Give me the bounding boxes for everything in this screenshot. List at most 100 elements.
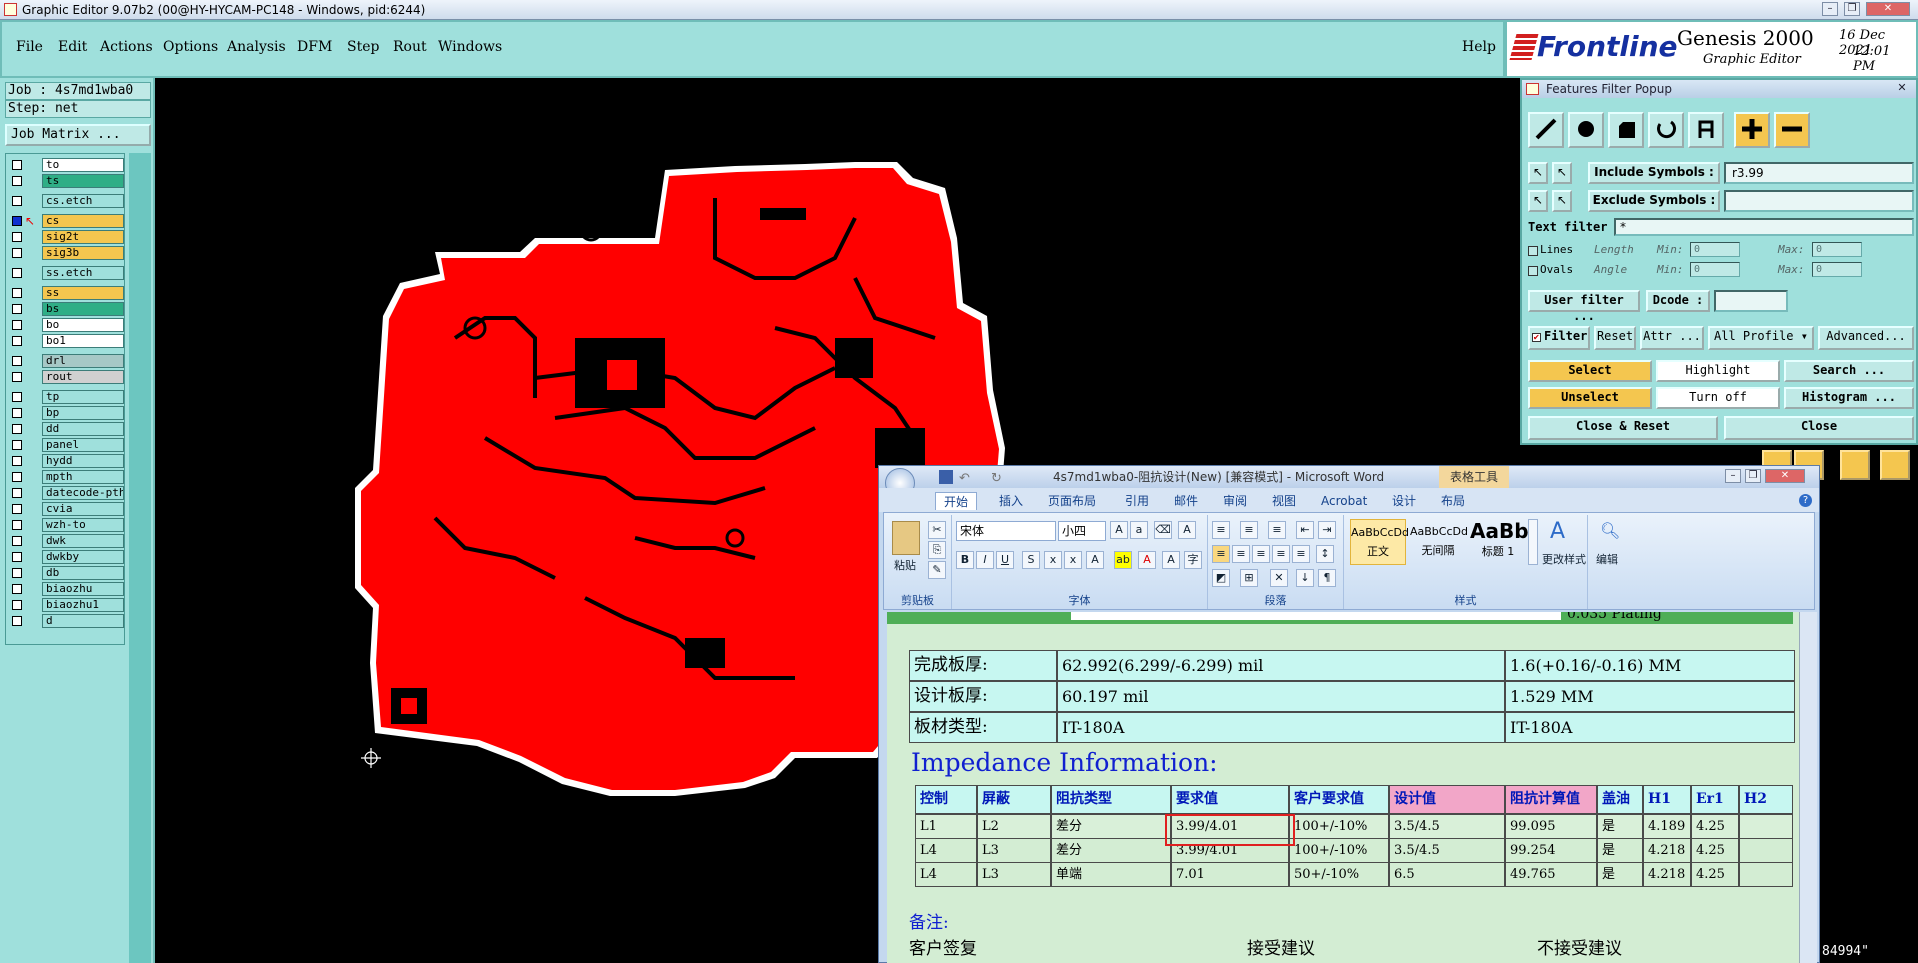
layer-checkbox[interactable] [12,216,22,226]
layer-row-bp[interactable]: bp [9,406,124,421]
cut-icon[interactable]: ✂ [928,521,946,539]
styles-scroll[interactable] [1528,519,1538,565]
exclude-symbols-input[interactable] [1724,190,1914,212]
angle-max-input[interactable]: 0 [1812,262,1862,277]
layer-checkbox[interactable] [12,372,22,382]
layer-name[interactable]: tp [42,390,124,404]
align-left-icon[interactable]: ≡ [1212,545,1230,563]
layer-checkbox[interactable] [12,268,22,278]
layer-row-wzh-to[interactable]: wzh-to [9,518,124,533]
histogram-button[interactable]: Histogram ... [1784,387,1914,409]
exclude-symbols-button[interactable]: Exclude Symbols : [1588,190,1720,212]
layer-name[interactable]: bo1 [42,334,124,348]
layer-name[interactable]: ts [42,174,124,188]
layer-checkbox[interactable] [12,488,22,498]
undo-icon[interactable]: ↶ [959,468,970,490]
tab-page-layout[interactable]: 页面布局 [1040,492,1104,510]
user-filter-button[interactable]: User filter ... [1528,290,1640,323]
search-button[interactable]: Search ... [1784,360,1914,382]
italic-icon[interactable]: I [976,551,994,569]
menu-rout[interactable]: Rout [393,39,427,55]
shading-icon[interactable]: ◩ [1212,569,1230,587]
layer-name[interactable]: cvia [42,502,124,516]
menu-actions[interactable]: Actions [100,39,153,55]
justify-icon[interactable]: ≡ [1272,545,1290,563]
strikethrough-icon[interactable]: S [1022,551,1040,569]
layer-checkbox[interactable] [12,600,22,610]
reset-button[interactable]: Reset [1594,326,1636,350]
layer-name[interactable]: datecode-pth [42,486,124,500]
layer-checkbox[interactable] [12,552,22,562]
menu-dfm[interactable]: DFM [297,39,332,55]
layer-checkbox[interactable] [12,160,22,170]
borders-icon[interactable]: ⊞ [1240,569,1258,587]
line-spacing-icon[interactable]: ↕ [1316,545,1334,563]
layer-checkbox[interactable] [12,472,22,482]
dcode-button[interactable]: Dcode : [1646,290,1710,312]
ffp-close-icon[interactable]: ✕ [1894,81,1910,95]
phonetic-icon[interactable]: 字 [1184,551,1202,569]
highlight-button[interactable]: Highlight [1656,360,1780,382]
layer-row-drl[interactable]: drl [9,354,124,369]
layer-row-cvia[interactable]: cvia [9,502,124,517]
layer-row-bo1[interactable]: bo1 [9,334,124,349]
ovals-checkbox[interactable] [1528,266,1538,276]
increase-indent-icon[interactable]: ⇥ [1318,521,1336,539]
multilevel-list-icon[interactable]: ≡ [1268,521,1286,539]
layer-checkbox[interactable] [12,288,22,298]
menu-file[interactable]: File [16,39,43,55]
close-reset-button[interactable]: Close & Reset [1528,416,1718,440]
layer-checkbox[interactable] [12,616,22,626]
layer-name[interactable]: bp [42,406,124,420]
layer-name[interactable]: mpth [42,470,124,484]
layer-name[interactable]: sig3b [42,246,124,260]
bullets-icon[interactable]: ≡ [1212,521,1230,539]
tab-design[interactable]: 设计 [1384,492,1424,510]
tool-pick-icon[interactable] [1840,450,1870,480]
tab-review[interactable]: 审阅 [1215,492,1255,510]
line-type-icon[interactable] [1528,112,1564,148]
layer-row-mpth[interactable]: mpth [9,470,124,485]
layer-name[interactable]: sig2t [42,230,124,244]
layer-checkbox[interactable] [12,248,22,258]
tab-home[interactable]: 开始 [935,492,978,510]
job-matrix-button[interactable]: Job Matrix ... [5,124,151,146]
layer-name[interactable]: panel [42,438,124,452]
layer-row-cs.etch[interactable]: cs.etch [9,194,124,209]
font-color-icon[interactable]: A [1138,551,1156,569]
layer-name[interactable]: drl [42,354,124,368]
attr-button[interactable]: Attr ... [1640,326,1704,350]
shrink-font-icon[interactable]: a [1130,521,1148,539]
layer-checkbox[interactable] [12,536,22,546]
layer-checkbox[interactable] [12,176,22,186]
angle-min-input[interactable]: 0 [1690,262,1740,277]
save-icon[interactable] [939,470,953,484]
text-filter-input[interactable]: * [1614,218,1914,236]
layer-row-bo[interactable]: bo [9,318,124,333]
dcode-input[interactable] [1714,290,1788,312]
advanced-button[interactable]: Advanced... [1818,326,1914,350]
include-pick2-icon[interactable]: ↖ [1552,162,1572,184]
tab-references[interactable]: 引用 [1117,492,1157,510]
surface-type-icon[interactable] [1608,112,1644,148]
layer-checkbox[interactable] [12,456,22,466]
superscript-icon[interactable]: x [1064,551,1082,569]
char-border-icon[interactable]: A [1178,521,1196,539]
layer-checkbox[interactable] [12,408,22,418]
underline-icon[interactable]: U [996,551,1014,569]
layer-row-datecode-pth[interactable]: datecode-pth [9,486,124,501]
layer-row-bs[interactable]: bs [9,302,124,317]
layer-row-hydd[interactable]: hydd [9,454,124,469]
close-button[interactable]: Close [1724,416,1914,440]
layer-row-biaozhu1[interactable]: biaozhu1 [9,598,124,613]
layer-row-sig2t[interactable]: sig2t [9,230,124,245]
font-size-select[interactable]: 小四 [1058,521,1106,541]
layer-checkbox[interactable] [12,568,22,578]
positive-polarity-icon[interactable] [1734,112,1770,148]
style-no-spacing[interactable]: AaBbCcDd 无间隔 [1410,519,1468,565]
turn-off-button[interactable]: Turn off [1656,387,1780,409]
style-normal[interactable]: AaBbCcDd 正文 [1350,519,1409,565]
word-close-icon[interactable]: ✕ [1765,469,1805,483]
layer-row-db[interactable]: db [9,566,124,581]
subscript-icon[interactable]: x [1044,551,1062,569]
